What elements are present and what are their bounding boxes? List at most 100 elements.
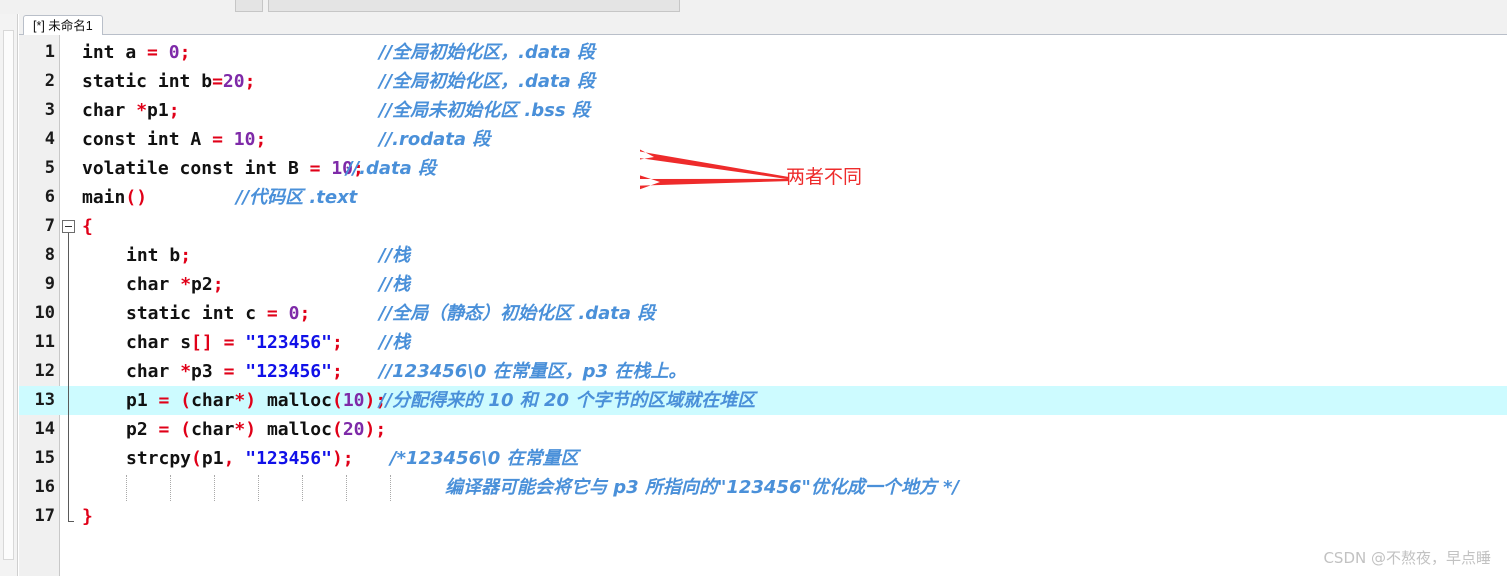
- line-number: 12: [34, 361, 55, 381]
- toolbar-group-right[interactable]: [268, 0, 680, 12]
- token-punct: =: [212, 129, 223, 150]
- token-num: 0: [168, 42, 180, 63]
- token-punct: (: [191, 448, 202, 469]
- token-ident: [169, 158, 180, 179]
- token-kw: int: [157, 71, 191, 92]
- line-tokens: char s[] = "123456";: [126, 328, 343, 357]
- token-ident: [201, 129, 212, 150]
- line-tokens: }: [82, 502, 93, 531]
- tab-untitled-1[interactable]: [*] 未命名1: [23, 15, 103, 35]
- line-comment: //栈: [379, 245, 411, 266]
- token-str: "123456": [245, 361, 332, 382]
- token-ident: p2: [126, 419, 148, 440]
- line-tokens: char *p1;: [82, 96, 180, 125]
- token-ident: b: [201, 71, 213, 92]
- line-number: 7: [44, 216, 55, 236]
- code-line[interactable]: 6 main() //代码区 .text: [19, 183, 1507, 212]
- code-editor[interactable]: 1 int a = 0; //全局初始化区，.data 段 2 static int b…: [19, 35, 1507, 576]
- indent-guide: [126, 475, 128, 501]
- token-kw: static: [82, 71, 148, 92]
- line-tokens: p2 = (char*) malloc(20);: [126, 415, 386, 444]
- token-punct: );: [331, 448, 354, 469]
- token-ident: [190, 71, 201, 92]
- token-ident: malloc: [266, 390, 332, 411]
- code-line[interactable]: 16 编译器可能会将它与 p3 所指向的"123456"优化成一个地方 */: [19, 473, 1507, 502]
- token-kw: int: [126, 245, 159, 266]
- token-punct: *: [136, 100, 148, 121]
- token-punct: }: [82, 506, 93, 527]
- line-tokens: char *p3 = "123456";: [126, 357, 343, 386]
- toolbar-group-left[interactable]: [235, 0, 263, 12]
- token-punct: ;: [299, 303, 311, 324]
- code-line[interactable]: 9 char *p2; //栈: [19, 270, 1507, 299]
- line-number: 5: [44, 158, 55, 178]
- token-punct: =: [147, 42, 158, 63]
- left-side-panel: [0, 14, 18, 576]
- line-comment: //.data 段: [346, 158, 437, 179]
- token-punct: ;: [244, 71, 256, 92]
- left-side-panel-list[interactable]: [3, 30, 14, 560]
- code-line[interactable]: 12 char *p3 = "123456"; //123456\0 在常量区，p3…: [19, 357, 1507, 386]
- token-kw: int: [147, 129, 180, 150]
- line-number: 16: [34, 477, 55, 497]
- line-number: 17: [34, 506, 55, 526]
- token-punct: (): [125, 187, 148, 208]
- line-tokens: main(): [82, 183, 147, 212]
- token-ident: [299, 158, 310, 179]
- indent-guide: [346, 475, 348, 501]
- token-ident: [169, 332, 180, 353]
- fold-collapse-icon[interactable]: [62, 220, 75, 233]
- token-ident: [320, 158, 331, 179]
- token-punct: {: [82, 216, 93, 237]
- line-tokens: char *p2;: [126, 270, 224, 299]
- code-line[interactable]: 2 static int b=20; //全局初始化区，.data 段: [19, 67, 1507, 96]
- fold-range-line: [68, 233, 69, 521]
- code-line[interactable]: 7{: [19, 212, 1507, 241]
- token-punct: ;: [255, 129, 267, 150]
- token-ident: p3: [191, 361, 213, 382]
- token-punct: ;: [212, 274, 224, 295]
- code-line[interactable]: 10 static int c = 0; //全局（静态）初始化区 .data 段: [19, 299, 1507, 328]
- token-ident: [234, 332, 245, 353]
- code-line[interactable]: 11 char s[] = "123456"; //栈: [19, 328, 1507, 357]
- token-ident: [169, 390, 180, 411]
- token-ident: [234, 361, 245, 382]
- line-comment: //全局（静态）初始化区 .data 段: [379, 303, 656, 324]
- line-comment: //分配得来的 10 和 20 个字节的区域就在堆区: [379, 390, 756, 411]
- code-line[interactable]: 4 const int A = 10; //.rodata 段: [19, 125, 1507, 154]
- code-line[interactable]: 14 p2 = (char*) malloc(20);: [19, 415, 1507, 444]
- line-comment: //全局初始化区，.data 段: [379, 71, 596, 92]
- code-line[interactable]: 15 strcpy(p1, "123456"); /*123456\0 在常量区: [19, 444, 1507, 473]
- code-line[interactable]: 5 volatile const int B = 10;//.data 段: [19, 154, 1507, 183]
- token-num: 20: [342, 419, 365, 440]
- token-punct: ;: [331, 332, 343, 353]
- token-ident: [169, 274, 180, 295]
- line-number: 8: [44, 245, 55, 265]
- code-line[interactable]: 17}: [19, 502, 1507, 531]
- watermark: CSDN @不熬夜，早点睡: [1323, 549, 1491, 567]
- token-ident: [278, 303, 289, 324]
- code-content[interactable]: 1 int a = 0; //全局初始化区，.data 段 2 static int b…: [19, 35, 1507, 576]
- token-ident: a: [125, 42, 137, 63]
- token-str: "123456": [245, 332, 332, 353]
- token-ident: [191, 303, 202, 324]
- token-ident: p1: [126, 390, 148, 411]
- code-line[interactable]: 3 char *p1; //全局未初始化区 .bss 段: [19, 96, 1507, 125]
- token-ident: [148, 419, 159, 440]
- code-line[interactable]: 13 p1 = (char*) malloc(10);//分配得来的 10 和 2…: [19, 386, 1507, 415]
- line-number: 1: [44, 42, 55, 62]
- code-line[interactable]: 1 int a = 0; //全局初始化区，.data 段: [19, 38, 1507, 67]
- token-kw: int: [244, 158, 278, 179]
- token-kw: char: [126, 332, 170, 353]
- line-number: 4: [44, 129, 55, 149]
- token-ident: main: [82, 187, 126, 208]
- token-punct: =: [223, 332, 235, 353]
- indent-guide: [214, 475, 216, 501]
- code-line[interactable]: 8 int b; //栈: [19, 241, 1507, 270]
- token-punct: );: [364, 419, 387, 440]
- line-number: 14: [34, 419, 55, 439]
- line-comment: /*123456\0 在常量区: [390, 448, 579, 469]
- line-number: 3: [44, 100, 55, 120]
- token-kw: int: [201, 303, 235, 324]
- annotation-label: 两者不同: [786, 166, 863, 188]
